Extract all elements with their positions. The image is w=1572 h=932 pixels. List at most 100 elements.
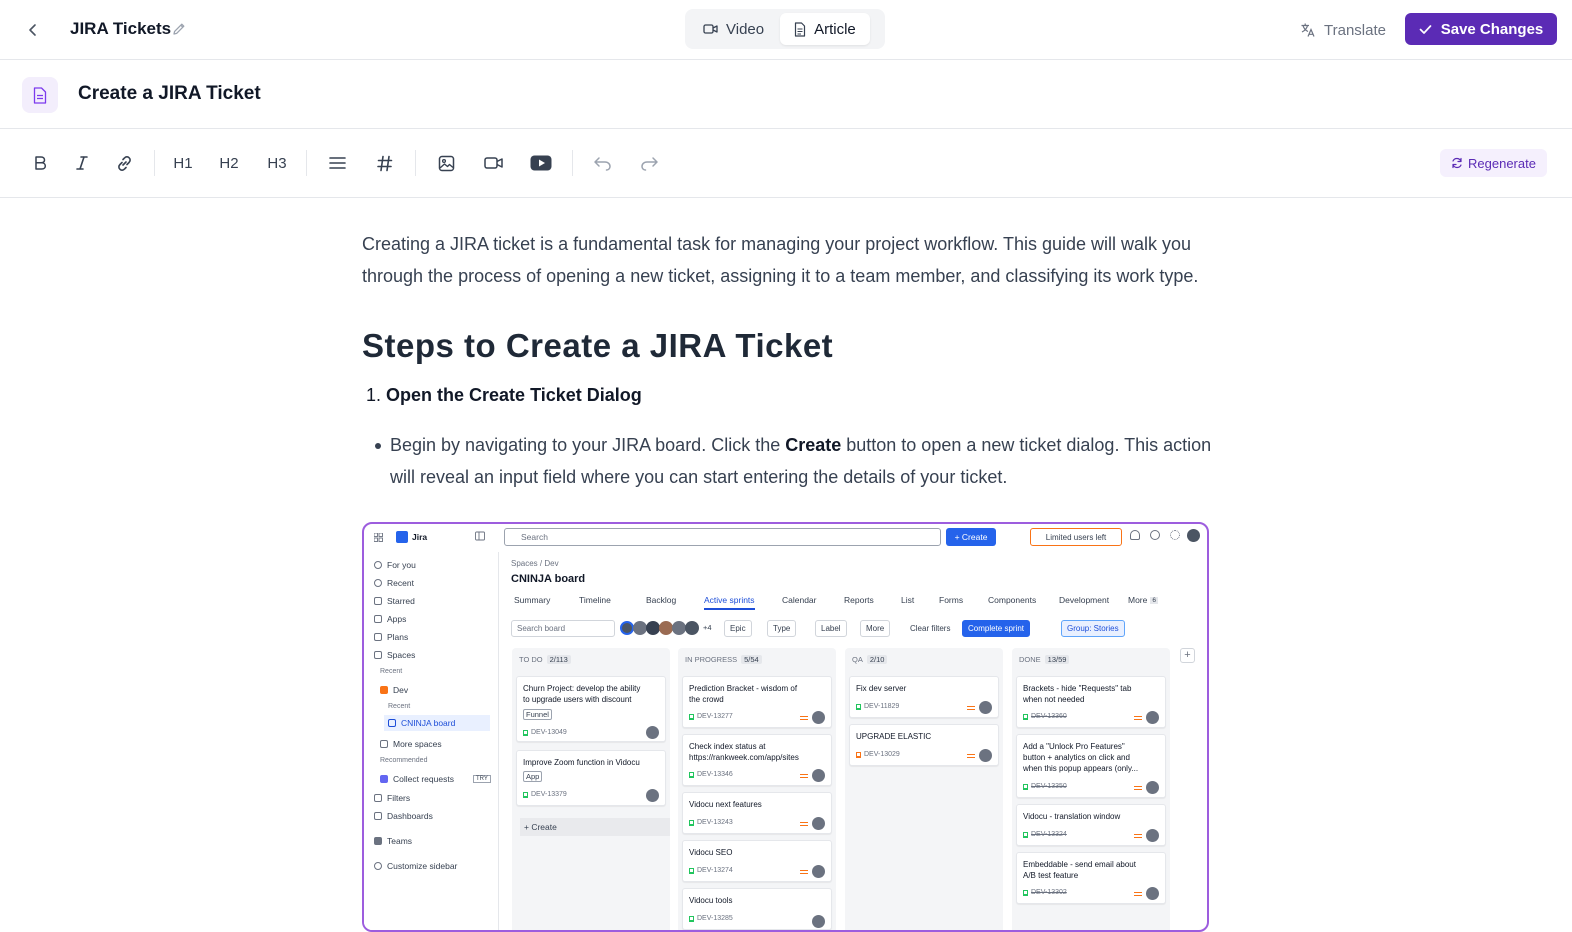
link-icon	[117, 155, 131, 171]
jira-nav-apps: Apps	[374, 614, 406, 624]
jira-card: Vidocu SEO DEV-13274	[682, 840, 832, 882]
jira-nav-more-spaces: More spaces	[380, 739, 442, 749]
refresh-icon	[1452, 157, 1462, 169]
hashtag-button[interactable]	[374, 151, 396, 175]
jira-filter-type: Type	[767, 620, 797, 637]
embedded-screenshot[interactable]: Jira Search + Create Limited users left …	[362, 522, 1209, 932]
jira-nav-plans: Plans	[374, 632, 408, 642]
bullet-bold-create: Create	[785, 435, 842, 455]
toolbar-divider	[306, 150, 307, 176]
undo-icon	[593, 156, 611, 171]
jira-create-button: + Create	[946, 528, 996, 546]
jira-clear-filters: Clear filters	[910, 624, 951, 633]
jira-nav-customize: Customize sidebar	[374, 861, 457, 871]
pencil-icon	[173, 23, 185, 35]
jira-column-todo: TO DO 2/113 Churn Project: develop the ab…	[512, 648, 670, 930]
list-button[interactable]	[326, 151, 348, 175]
jira-card: Churn Project: develop the ability to up…	[516, 676, 666, 742]
jira-column-header: IN PROGRESS 5/54	[685, 655, 762, 664]
jira-search-board: Search board	[511, 620, 615, 637]
link-button[interactable]	[112, 151, 136, 175]
back-button[interactable]	[20, 17, 46, 43]
edit-title-button[interactable]	[171, 21, 187, 37]
undo-button[interactable]	[591, 151, 613, 175]
section-heading: Steps to Create a JIRA Ticket	[362, 327, 834, 364]
jira-group-stories: Group: Stories	[1061, 620, 1125, 637]
sidebar-toggle-icon	[475, 531, 485, 541]
jira-filter-epic: Epic	[724, 620, 752, 637]
toolbar-divider	[154, 150, 155, 176]
jira-tab: Backlog	[646, 595, 677, 605]
italic-button[interactable]	[72, 151, 92, 175]
check-icon	[1419, 24, 1432, 34]
heading1-button[interactable]: H1	[171, 151, 195, 175]
jira-tab: Components	[988, 595, 1037, 605]
bold-button[interactable]	[30, 151, 50, 175]
jira-card: Embeddable - send email about A/B test f…	[1016, 852, 1166, 904]
heading2-button[interactable]: H2	[217, 151, 241, 175]
youtube-icon	[530, 155, 552, 171]
jira-avatar-group: +4	[620, 621, 712, 635]
editor-toolbar: H1 H2 H3 Regenerate	[0, 129, 1572, 198]
jira-add-column-icon: +	[1180, 648, 1195, 663]
jira-card: Prediction Bracket - wisdom of the crowd…	[682, 676, 832, 728]
jira-nav-dev: Dev	[380, 685, 408, 695]
avatar	[1187, 529, 1200, 542]
help-icon	[1150, 530, 1160, 540]
jira-column-in-progress: IN PROGRESS 5/54 Prediction Bracket - wis…	[678, 648, 836, 930]
jira-tab: Development	[1059, 595, 1110, 605]
insert-youtube-button[interactable]	[529, 151, 553, 175]
app-grid-icon	[374, 533, 383, 542]
tab-video[interactable]: Video	[689, 13, 778, 45]
jira-tab: Calendar	[782, 595, 817, 605]
step-number: 1.	[366, 385, 382, 405]
jira-card: Vidocu tools DEV-13285	[682, 888, 832, 930]
toolbar-divider	[572, 150, 573, 176]
document-icon	[33, 86, 47, 104]
chevron-left-icon	[29, 24, 36, 36]
bullet-text-start: Begin by navigating to your JIRA board. …	[390, 435, 786, 455]
jira-nav-dashboards: Dashboards	[374, 811, 433, 821]
jira-card: UPGRADE ELASTIC DEV-13029	[849, 724, 999, 766]
jira-card: Brackets - hide "Requests" tab when not …	[1016, 676, 1166, 728]
jira-logo: Jira	[396, 531, 427, 543]
regenerate-label: Regenerate	[1468, 155, 1536, 171]
jira-card: Check index status at https://rankweek.c…	[682, 734, 832, 786]
list-icon	[328, 157, 346, 169]
step-title: Open the Create Ticket Dialog	[386, 385, 642, 405]
mode-switch: Video Article	[685, 9, 885, 49]
jira-nav-filters: Filters	[374, 793, 410, 803]
bold-icon	[35, 156, 47, 170]
jira-tab-active: Active sprints	[704, 595, 755, 610]
translate-label: Translate	[1324, 21, 1386, 39]
intro-paragraph: Creating a JIRA ticket is a fundamental …	[362, 234, 1199, 286]
jira-nav-spaces: Spaces	[374, 650, 415, 660]
insert-image-button[interactable]	[435, 151, 457, 175]
article-title[interactable]: Create a JIRA Ticket	[78, 83, 261, 105]
save-changes-button[interactable]: Save Changes	[1405, 13, 1557, 45]
jira-tab: Timeline	[579, 595, 611, 605]
jira-tab: Reports	[844, 595, 874, 605]
jira-column-done: DONE 13/59 Brackets - hide "Requests" tab…	[1012, 648, 1170, 930]
article-icon-box	[22, 77, 58, 113]
translate-button[interactable]: Translate	[1300, 17, 1386, 43]
jira-nav-recent: Recent	[374, 578, 414, 588]
article-header: Create a JIRA Ticket	[0, 60, 1572, 129]
jira-tab-more: More 6	[1128, 595, 1158, 605]
translate-icon	[1301, 23, 1315, 37]
regenerate-button[interactable]: Regenerate	[1440, 149, 1547, 177]
jira-breadcrumb: Spaces / Dev	[511, 559, 559, 568]
jira-column-header: QA 2/10	[852, 655, 888, 664]
jira-tab: Summary	[514, 595, 551, 605]
jira-filter-label: Label	[815, 620, 847, 637]
jira-section-recommended: Recommended	[380, 757, 428, 764]
heading3-button[interactable]: H3	[265, 151, 289, 175]
top-bar: JIRA Tickets Video Article Translate Sav…	[0, 0, 1572, 60]
document-title: JIRA Tickets	[70, 19, 172, 38]
document-icon	[794, 21, 806, 37]
video-icon	[483, 157, 503, 169]
tab-article[interactable]: Article	[780, 13, 870, 45]
insert-video-button[interactable]	[482, 151, 504, 175]
hashtag-icon	[377, 155, 393, 171]
redo-button[interactable]	[638, 151, 660, 175]
